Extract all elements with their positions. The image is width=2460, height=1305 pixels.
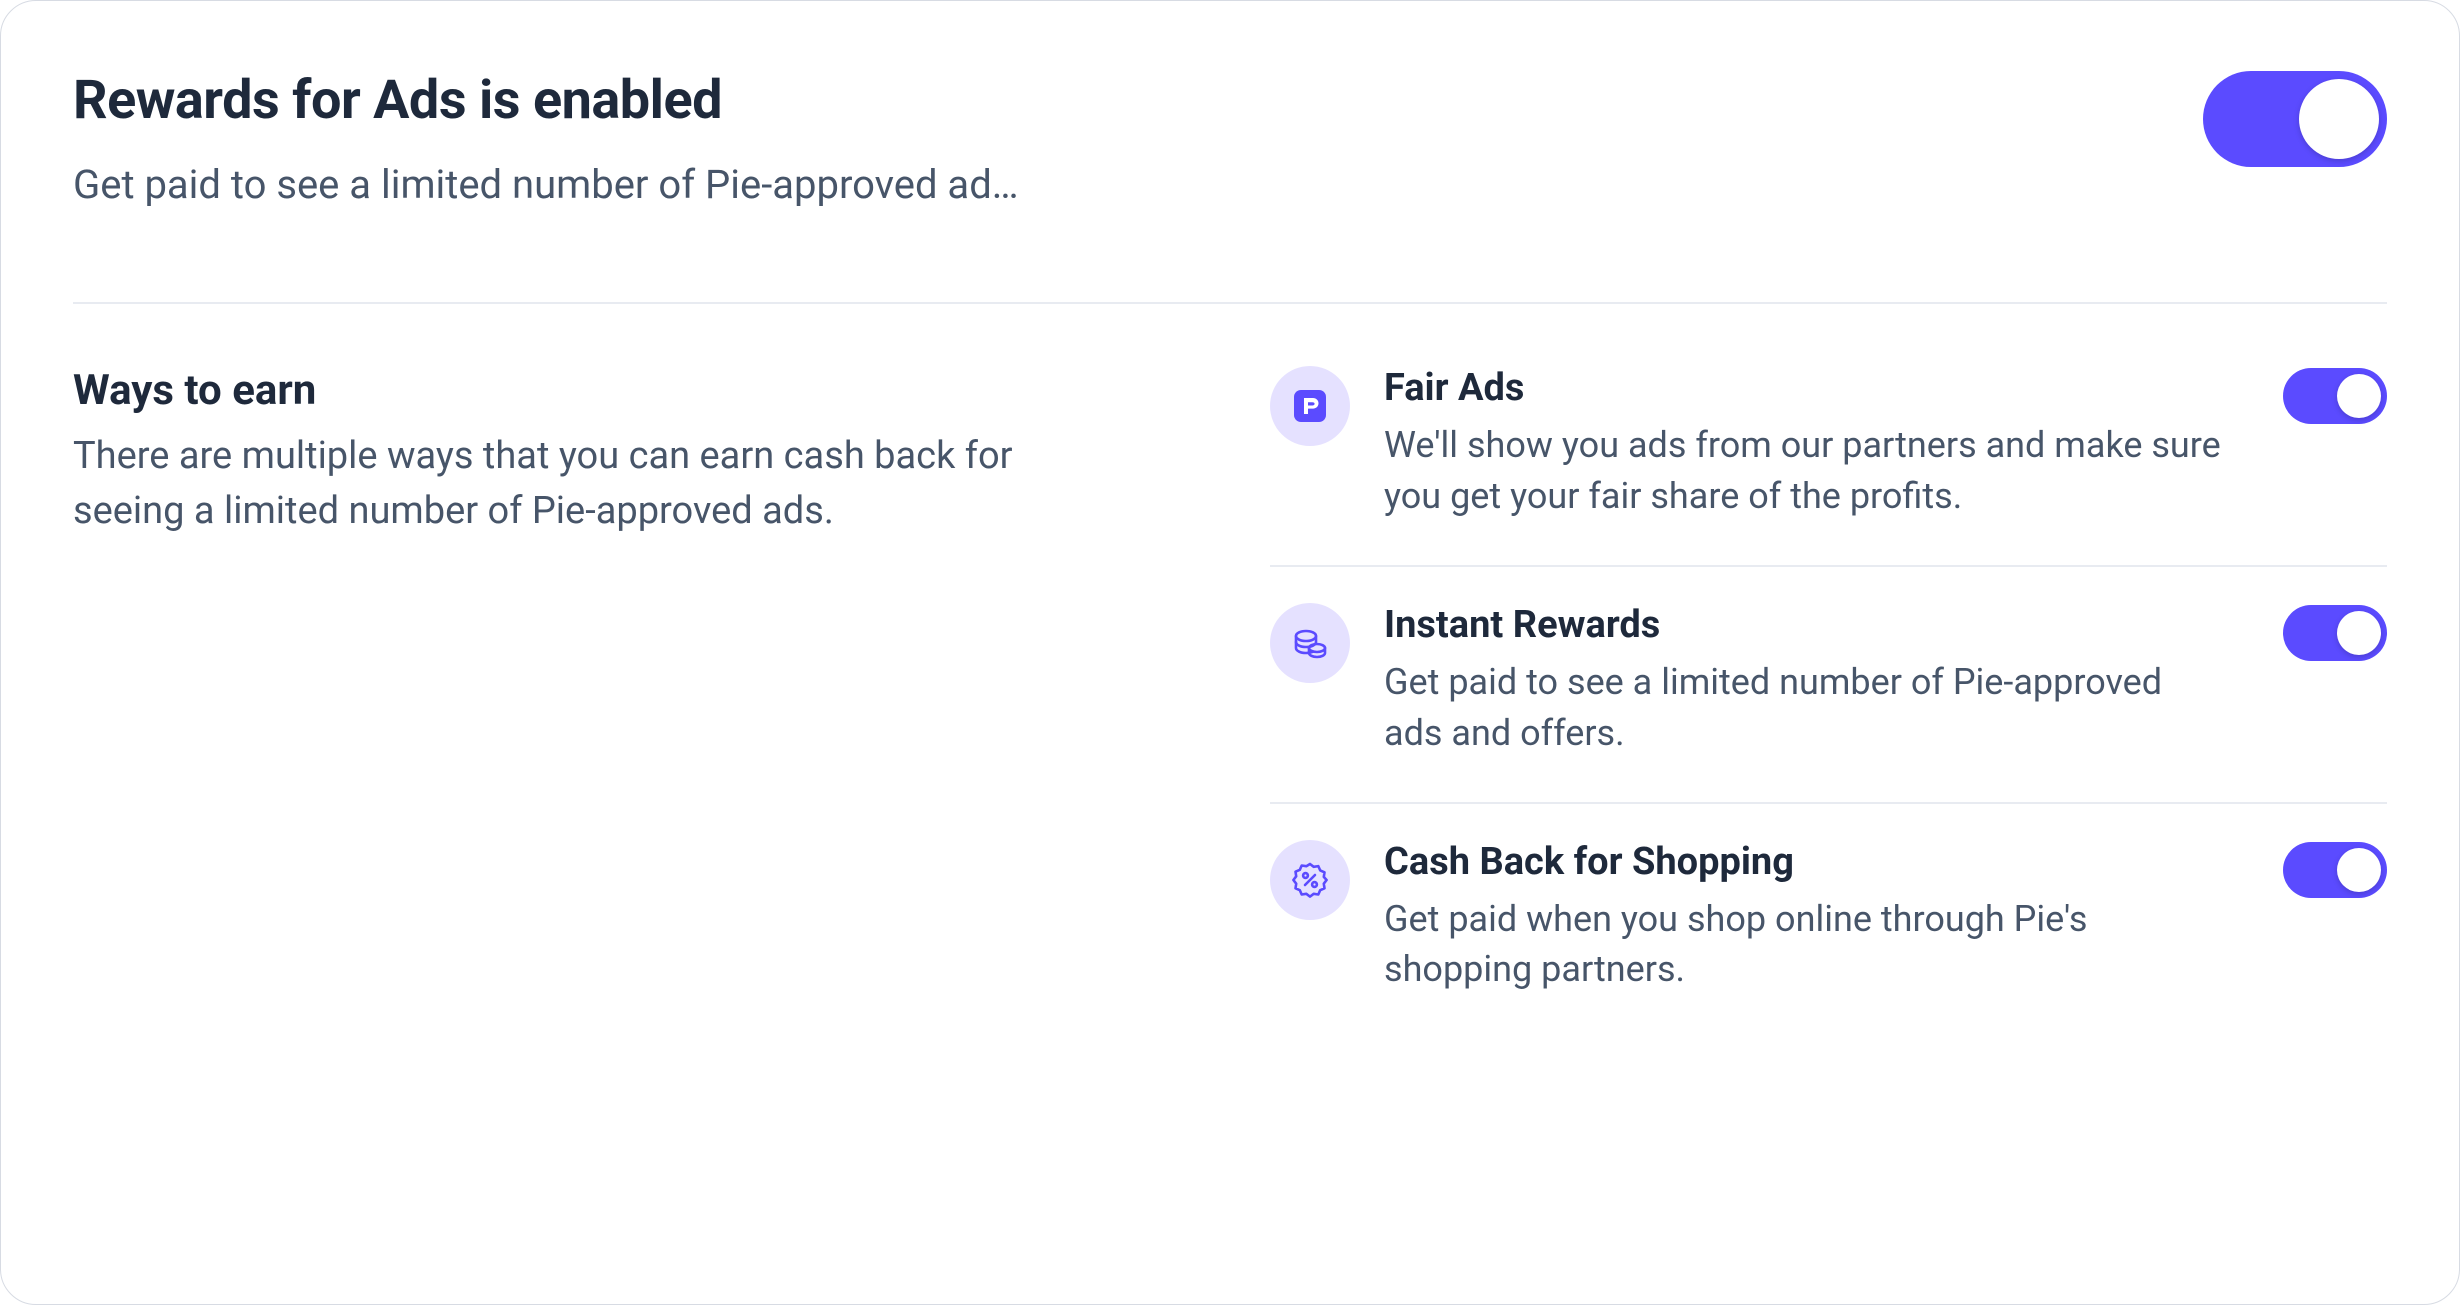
option-fair-ads: Fair Ads We'll show you ads from our par… [1270,366,2387,565]
settings-card: Rewards for Ads is enabled Get paid to s… [0,0,2460,1305]
toggle-thumb [2337,848,2381,892]
card-header-text: Rewards for Ads is enabled Get paid to s… [73,71,2163,212]
coins-icon [1270,603,1350,683]
ways-desc: There are multiple ways that you can ear… [73,429,1133,539]
option-cash-back: Cash Back for Shopping Get paid when you… [1270,802,2387,1039]
ways-title: Ways to earn [73,366,1230,415]
divider [73,302,2387,304]
page-title: Rewards for Ads is enabled [73,71,2163,130]
option-desc: Get paid when you shop online through Pi… [1384,894,2224,995]
toggle-thumb [2299,79,2379,159]
fair-ads-toggle[interactable] [2283,368,2387,424]
page-subtitle: Get paid to see a limited number of Pie-… [73,158,1123,212]
content-columns: Ways to earn There are multiple ways tha… [73,366,2387,1038]
ways-to-earn-section: Ways to earn There are multiple ways tha… [73,366,1230,1038]
pie-logo-icon [1270,366,1350,446]
option-title: Cash Back for Shopping [1384,840,2249,884]
option-texts: Cash Back for Shopping Get paid when you… [1384,840,2249,995]
option-title: Fair Ads [1384,366,2249,410]
instant-rewards-toggle[interactable] [2283,605,2387,661]
earn-options-list: Fair Ads We'll show you ads from our par… [1270,366,2387,1038]
toggle-thumb [2337,611,2381,655]
option-texts: Fair Ads We'll show you ads from our par… [1384,366,2249,521]
option-instant-rewards: Instant Rewards Get paid to see a limite… [1270,565,2387,802]
rewards-master-toggle[interactable] [2203,71,2387,167]
cash-back-toggle[interactable] [2283,842,2387,898]
card-header: Rewards for Ads is enabled Get paid to s… [73,71,2387,212]
option-title: Instant Rewards [1384,603,2249,647]
percent-badge-icon [1270,840,1350,920]
option-desc: Get paid to see a limited number of Pie-… [1384,657,2224,758]
option-desc: We'll show you ads from our partners and… [1384,420,2224,521]
option-texts: Instant Rewards Get paid to see a limite… [1384,603,2249,758]
